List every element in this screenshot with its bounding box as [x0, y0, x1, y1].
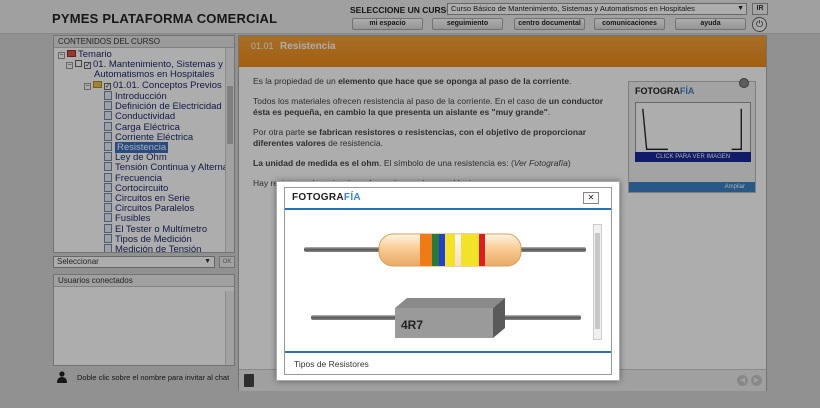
image-modal-frame: FOTOGRAFÍA ✕ 4R7 Tipos de Resistores [284, 187, 612, 375]
scrollbar-thumb[interactable] [595, 233, 600, 329]
wirewound-resistor: 4R7 [311, 298, 581, 338]
resistor-types-figure: 4R7 [304, 233, 586, 338]
color-band-resistor [304, 233, 586, 267]
image-modal: FOTOGRAFÍA ✕ 4R7 Tipos de Resistores [276, 181, 620, 381]
photo-logo: FOTOGRAFÍA [292, 192, 361, 203]
resistor-code: 4R7 [401, 318, 423, 332]
modal-caption: Tipos de Resistores [294, 359, 369, 369]
close-icon[interactable]: ✕ [583, 192, 599, 204]
modal-scrollbar[interactable] [593, 224, 602, 340]
divider [285, 351, 611, 353]
divider [285, 208, 611, 210]
